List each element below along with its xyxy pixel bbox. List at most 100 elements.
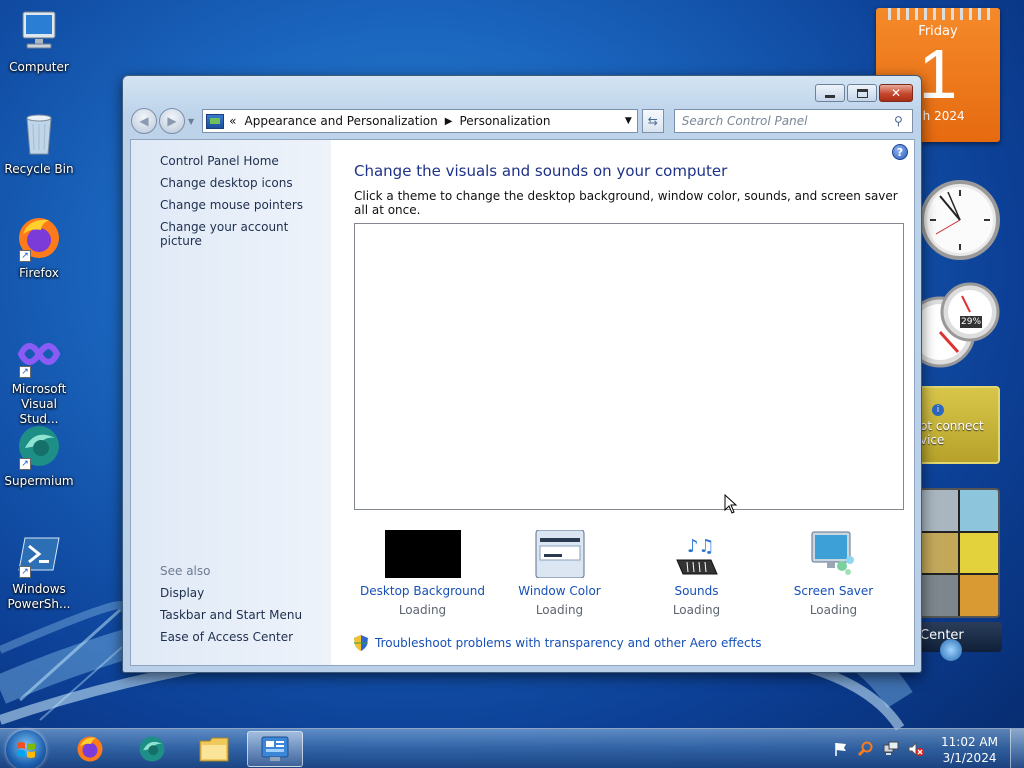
search-placeholder: Search Control Panel [681, 114, 808, 128]
theme-list[interactable] [354, 223, 904, 510]
powershell-icon: ↗ [15, 530, 63, 578]
taskbar-control-panel[interactable] [247, 731, 303, 767]
item-label[interactable]: Desktop Background [354, 584, 491, 598]
back-arrow-icon: ◀ [139, 114, 149, 128]
item-status: Loading [672, 603, 721, 617]
windows-logo-icon [17, 742, 35, 758]
breadcrumb-overflow[interactable]: « [229, 114, 236, 128]
screen-saver-item[interactable]: Screen Saver Loading [765, 530, 902, 617]
cpu-meter-value: 29% [961, 317, 982, 327]
media-center-gadget[interactable]: Center [918, 622, 1002, 661]
taskbar-firefox[interactable] [62, 731, 118, 767]
shortcut-arrow-icon: ↗ [19, 366, 31, 378]
supermium-icon: ↗ [15, 422, 63, 470]
desktop-icon-recycle-bin[interactable]: Recycle Bin [1, 110, 77, 177]
desktop-icon-label: Recycle Bin [4, 162, 74, 176]
refresh-icon: ⇆ [647, 114, 658, 128]
shortcut-arrow-icon: ↗ [19, 566, 31, 578]
visual-studio-icon: ↗ [15, 330, 63, 378]
close-button[interactable]: ✕ [879, 84, 913, 102]
show-desktop-button[interactable] [1010, 729, 1024, 768]
main-pane: ? Change the visuals and sounds on your … [331, 140, 914, 665]
action-center-flag-icon[interactable] [833, 741, 849, 757]
desktop-background-item[interactable]: Desktop Background Loading [354, 530, 491, 617]
change-account-picture-link[interactable]: Change your account picture [160, 220, 331, 248]
change-mouse-pointers-link[interactable]: Change mouse pointers [160, 198, 331, 212]
address-dropdown-icon[interactable]: ▼ [618, 116, 637, 126]
back-button[interactable]: ◀ [131, 108, 157, 134]
desktop-icon-powershell[interactable]: ↗ Windows PowerSh... [1, 530, 77, 612]
calendar-rings [882, 8, 994, 20]
refresh-button[interactable]: ⇆ [641, 109, 664, 133]
address-bar[interactable]: « Appearance and Personalization ▶ Perso… [202, 109, 638, 133]
desktop-icon-supermium[interactable]: ↗ Supermium [1, 422, 77, 489]
desktop-background-icon [384, 530, 461, 578]
network-icon[interactable] [883, 741, 899, 757]
window-controls: ✕ [815, 84, 913, 102]
forward-arrow-icon: ▶ [167, 114, 177, 128]
ease-of-access-link[interactable]: Ease of Access Center [160, 630, 302, 644]
slideshow-gadget[interactable] [918, 488, 1000, 618]
troubleshoot-link[interactable]: Troubleshoot problems with transparency … [354, 635, 914, 651]
desktop-icon-label: Firefox [19, 266, 59, 280]
firefox-icon: ↗ [15, 214, 63, 262]
recent-pages-dropdown-icon[interactable]: ▼ [188, 117, 194, 126]
minimize-icon [825, 94, 835, 98]
taskbar-start-menu-link[interactable]: Taskbar and Start Menu [160, 608, 302, 622]
file-explorer-icon [199, 737, 229, 762]
clock-date: 3/1/2024 [942, 751, 997, 765]
breadcrumb-personalization[interactable]: Personalization [459, 114, 550, 128]
recycle-bin-icon [15, 110, 63, 158]
item-label[interactable]: Sounds [628, 584, 765, 598]
search-icon[interactable]: ⚲ [894, 114, 912, 128]
maximize-button[interactable] [847, 84, 877, 102]
search-tray-icon[interactable] [857, 741, 874, 757]
desktop-icon-computer[interactable]: Computer [1, 8, 77, 75]
info-icon: i [932, 404, 944, 416]
desktop-icon-visual-studio[interactable]: ↗ Microsoft Visual Stud... [1, 330, 77, 427]
item-status: Loading [535, 603, 584, 617]
system-tray [833, 741, 924, 757]
screen-saver-icon [796, 530, 872, 578]
nav-buttons: ◀ ▶ ▼ [131, 108, 194, 134]
desktop-icon-label: Supermium [4, 474, 74, 488]
taskbar-clock[interactable]: 11:02 AM 3/1/2024 [941, 734, 998, 766]
maximize-icon [856, 88, 868, 98]
volume-muted-icon[interactable] [908, 741, 924, 757]
weather-gadget[interactable]: i ot connect vice [918, 386, 1000, 464]
help-icon[interactable]: ? [892, 144, 908, 160]
taskbar: 11:02 AM 3/1/2024 [0, 728, 1024, 768]
control-panel-home-link[interactable]: Control Panel Home [160, 154, 331, 168]
taskbar-file-explorer[interactable] [186, 731, 242, 767]
page-description: Click a theme to change the desktop back… [354, 189, 898, 217]
item-status: Loading [398, 603, 447, 617]
window-color-item[interactable]: Window Color Loading [491, 529, 628, 617]
breadcrumb-appearance[interactable]: Appearance and Personalization [245, 114, 438, 128]
search-input[interactable]: Search Control Panel ⚲ [673, 109, 913, 133]
item-label[interactable]: Screen Saver [765, 584, 902, 598]
svg-text:♪♫: ♪♫ [687, 536, 715, 557]
display-link[interactable]: Display [160, 586, 302, 600]
desktop-icon-firefox[interactable]: ↗ Firefox [1, 214, 77, 281]
computer-icon [15, 8, 63, 56]
desktop-icon-label: Windows PowerSh... [7, 582, 71, 611]
close-icon: ✕ [890, 86, 902, 100]
taskbar-supermium[interactable] [124, 731, 180, 767]
start-button[interactable] [6, 730, 46, 768]
item-status: Loading [809, 603, 858, 617]
minimize-button[interactable] [815, 84, 845, 102]
breadcrumb-separator-icon[interactable]: ▶ [445, 116, 453, 127]
mouse-cursor-icon [724, 494, 738, 514]
see-also-section: See also Display Taskbar and Start Menu … [160, 564, 302, 652]
see-also-header: See also [160, 564, 211, 578]
item-label[interactable]: Window Color [491, 584, 628, 598]
sounds-item[interactable]: ♪♫ Sounds Loading [628, 530, 765, 617]
forward-button[interactable]: ▶ [159, 108, 185, 134]
change-desktop-icons-link[interactable]: Change desktop icons [160, 176, 331, 190]
sounds-icon: ♪♫ [659, 530, 735, 578]
weather-message-line2: vice [920, 433, 945, 447]
control-panel-icon [261, 736, 289, 761]
page-title: Change the visuals and sounds on your co… [354, 162, 728, 180]
shortcut-arrow-icon: ↗ [19, 458, 31, 470]
control-panel-icon [206, 113, 225, 129]
